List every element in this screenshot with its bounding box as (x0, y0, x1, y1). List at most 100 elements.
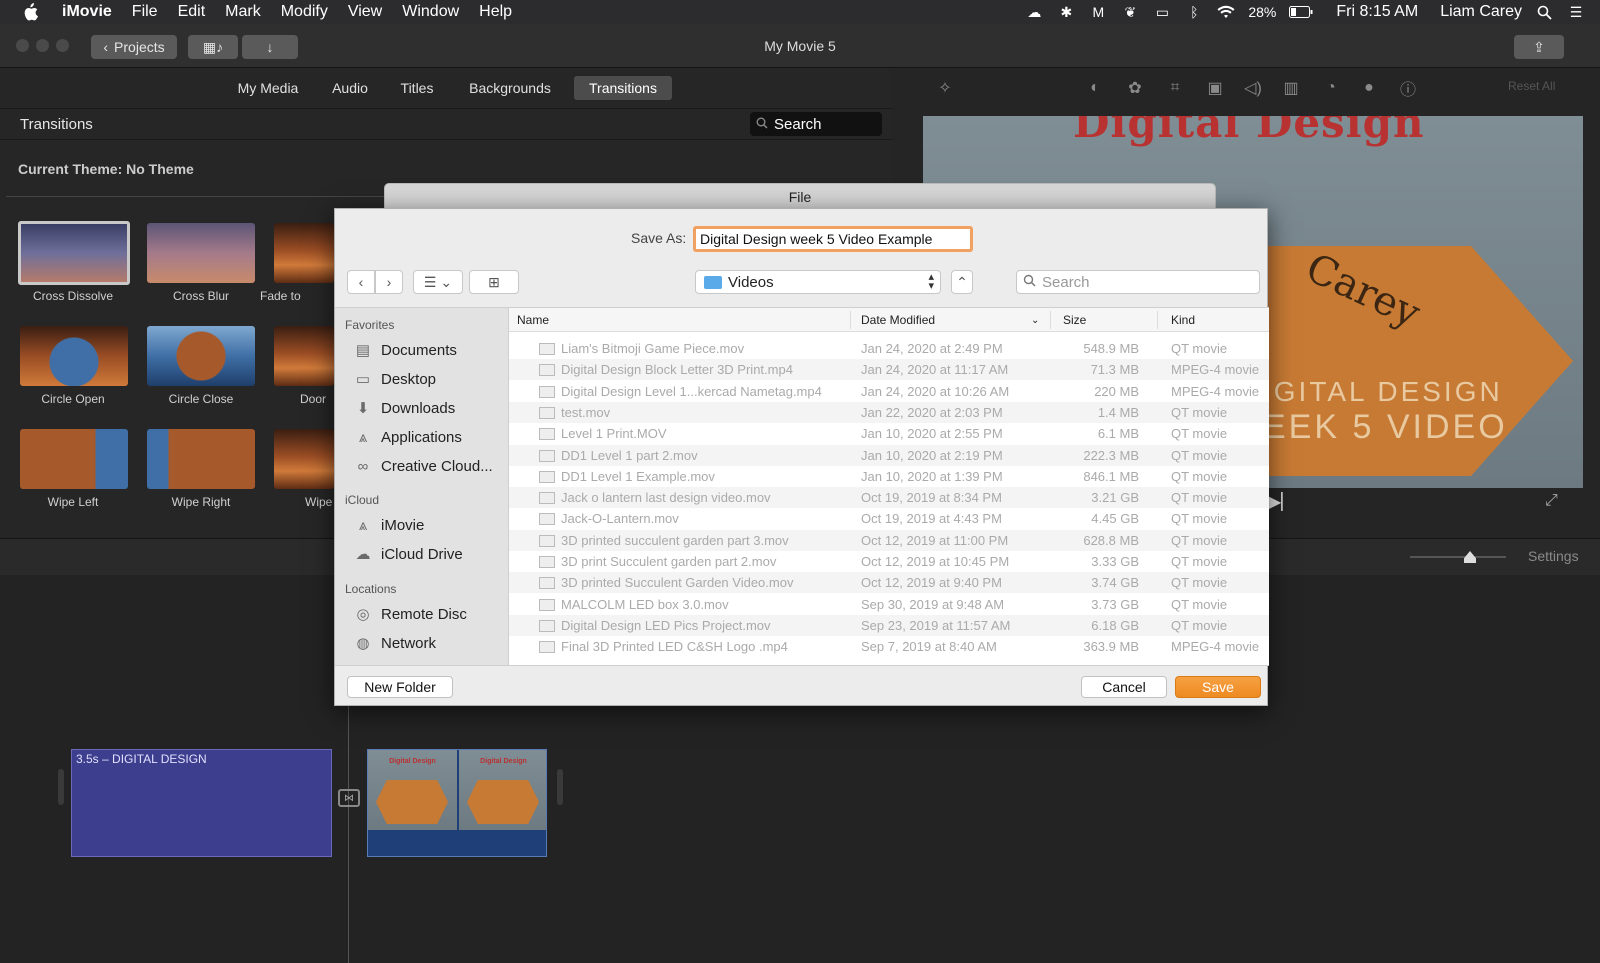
menu-modify[interactable]: Modify (281, 3, 328, 21)
collapse-button[interactable]: ⌃ (951, 270, 973, 294)
file-row[interactable]: test.mov Jan 22, 2020 at 2:03 PM 1.4 MB QT … (509, 401, 1269, 423)
column-divider[interactable] (1157, 311, 1158, 329)
file-row[interactable]: 3D printed succulent garden part 3.mov Oc… (509, 529, 1269, 551)
fullscreen-icon[interactable]: ⤢ (1545, 492, 1558, 510)
puzzle-icon[interactable]: ✱ (1056, 4, 1076, 20)
transitions-search-field[interactable]: Search (750, 112, 882, 136)
file-row[interactable]: 3D print Succulent garden part 2.mov Oct … (509, 551, 1269, 572)
file-row[interactable]: Level 1 Print.MOV Jan 10, 2020 at 2:55 PM… (509, 423, 1269, 444)
title-clip[interactable]: 3.5s – DIGITAL DESIGN (71, 749, 332, 857)
file-row[interactable]: Liam's Bitmoji Game Piece.mov Jan 24, 202… (509, 338, 1269, 359)
back-button[interactable]: ‹ (347, 270, 375, 294)
malwarebytes-icon[interactable]: M (1088, 4, 1108, 20)
file-row[interactable]: Jack o lantern last design video.mov Oct … (509, 487, 1269, 509)
transition-thumb-wipe-left[interactable] (20, 429, 128, 489)
crop-icon[interactable]: ⌗ (1165, 78, 1185, 98)
tab-audio[interactable]: Audio (322, 76, 378, 100)
menu-window[interactable]: Window (402, 3, 459, 21)
dialog-search-field[interactable]: Search (1016, 270, 1260, 294)
speed-icon[interactable]: ◔ (1321, 78, 1341, 98)
notification-center-icon[interactable]: ☰ (1566, 4, 1586, 20)
transition-thumb-circle-close[interactable] (147, 326, 255, 386)
transition-marker-icon[interactable]: ⋈ (338, 789, 360, 807)
column-header-size[interactable]: Size (1063, 313, 1086, 327)
video-clip[interactable]: Digital Design Digital Design (367, 749, 547, 857)
airplay-icon[interactable]: ▭ (1152, 4, 1172, 20)
menubar-user[interactable]: Liam Carey (1440, 3, 1522, 21)
color-balance-icon[interactable]: ◐ (1085, 78, 1105, 98)
sidebar-item-desktop[interactable]: ▭ Desktop (353, 370, 436, 389)
cancel-button[interactable]: Cancel (1081, 676, 1167, 698)
zoom-slider-track[interactable] (1410, 556, 1506, 558)
apple-menu-icon[interactable] (22, 2, 42, 22)
sidebar-item-downloads[interactable]: ⬇ Downloads (353, 399, 456, 418)
file-row[interactable]: Digital Design Block Letter 3D Print.mp4… (509, 359, 1269, 381)
battery-icon[interactable] (1288, 4, 1314, 20)
file-row[interactable]: 3D printed Succulent Garden Video.mov Oct… (509, 572, 1269, 594)
column-header-kind[interactable]: Kind (1171, 313, 1195, 327)
bluetooth-icon[interactable]: ᛒ (1184, 4, 1204, 20)
location-popup[interactable]: Videos ▴ ▾ (695, 270, 941, 294)
equalizer-icon[interactable]: ▥ (1281, 78, 1301, 98)
view-options-button[interactable]: ☰ ⌄ (413, 270, 463, 294)
transition-thumb-cross-dissolve[interactable] (18, 221, 130, 285)
creative-cloud-icon[interactable]: ☁ (1024, 4, 1044, 20)
sidebar-item-remote-disc[interactable]: ◎ Remote Disc (353, 605, 466, 624)
share-button[interactable]: ⇪ (1514, 35, 1564, 59)
file-row[interactable]: Digital Design Level 1...kercad Nametag.… (509, 381, 1269, 402)
playhead[interactable] (348, 694, 349, 963)
file-row[interactable]: Final 3D Printed LED C&SH Logo .mp4 Sep 7… (509, 636, 1269, 657)
tab-backgrounds[interactable]: Backgrounds (460, 76, 560, 100)
sidebar-item-creative-cloud[interactable]: ∞ Creative Cloud... (353, 457, 493, 475)
stabilization-icon[interactable]: ▣ (1205, 78, 1225, 98)
sidebar-item-documents[interactable]: ▤ Documents (353, 341, 457, 360)
file-row[interactable]: DD1 Level 1 Example.mov Jan 10, 2020 at 1… (509, 466, 1269, 487)
transition-thumb-doorway[interactable] (274, 326, 334, 386)
column-header-date[interactable]: Date Modified (861, 313, 935, 327)
color-palette-icon[interactable]: ✿ (1125, 78, 1145, 98)
menu-help[interactable]: Help (479, 3, 512, 21)
transition-thumb-cross-blur[interactable] (147, 223, 255, 283)
tab-my-media[interactable]: My Media (228, 76, 308, 100)
evernote-icon[interactable]: ❦ (1120, 4, 1140, 20)
new-folder-icon-button[interactable]: ⊞ (469, 270, 519, 294)
menu-app-name[interactable]: iMovie (62, 3, 112, 21)
transition-thumb-wipe-right[interactable] (147, 429, 255, 489)
tab-titles[interactable]: Titles (392, 76, 442, 100)
file-row[interactable]: DD1 Level 1 part 2.mov Jan 10, 2020 at 2:… (509, 444, 1269, 466)
menu-view[interactable]: View (348, 3, 382, 21)
new-folder-button[interactable]: New Folder (347, 676, 453, 698)
sidebar-item-network[interactable]: ◍ Network (353, 634, 436, 653)
timeline-settings-button[interactable]: Settings (1528, 548, 1579, 564)
forward-button[interactable]: › (375, 270, 403, 294)
column-divider[interactable] (1050, 311, 1051, 329)
transition-thumb-wipe[interactable] (274, 429, 334, 489)
clip-trim-handle[interactable] (58, 769, 64, 805)
tab-transitions[interactable]: Transitions (574, 76, 672, 100)
sidebar-item-imovie[interactable]: ⩓ iMovie (353, 516, 425, 534)
transition-thumb-circle-open[interactable] (20, 326, 128, 386)
menu-file[interactable]: File (132, 3, 158, 21)
info-icon[interactable]: ⓘ (1398, 78, 1418, 99)
save-as-field[interactable] (693, 226, 973, 252)
reset-all-button[interactable]: Reset All (1508, 79, 1555, 93)
volume-icon[interactable]: ◁) (1243, 78, 1263, 98)
save-button[interactable]: Save (1175, 676, 1261, 698)
column-divider[interactable] (850, 311, 851, 329)
file-row[interactable]: Digital Design LED Pics Project.mov Sep 2… (509, 614, 1269, 636)
wifi-icon[interactable] (1216, 4, 1236, 20)
clip-trim-handle[interactable] (557, 769, 563, 805)
zoom-slider-knob[interactable] (1464, 551, 1476, 563)
clip-filter-icon[interactable]: ● (1359, 78, 1379, 98)
menubar-clock[interactable]: Fri 8:15 AM (1336, 3, 1418, 21)
sidebar-item-icloud-drive[interactable]: ☁ iCloud Drive (353, 545, 463, 564)
menu-edit[interactable]: Edit (178, 3, 206, 21)
skip-forward-icon[interactable]: ▶▏ (1269, 492, 1294, 512)
spotlight-search-icon[interactable] (1534, 4, 1554, 20)
sidebar-item-applications[interactable]: ⩓ Applications (353, 428, 462, 446)
column-header-name[interactable]: Name (517, 313, 549, 327)
magic-wand-icon[interactable]: ✧ (935, 78, 955, 98)
file-row[interactable]: MALCOLM LED box 3.0.mov Sep 30, 2019 at 9… (509, 594, 1269, 615)
transition-thumb-fade-to[interactable] (274, 223, 334, 283)
menu-mark[interactable]: Mark (225, 3, 261, 21)
